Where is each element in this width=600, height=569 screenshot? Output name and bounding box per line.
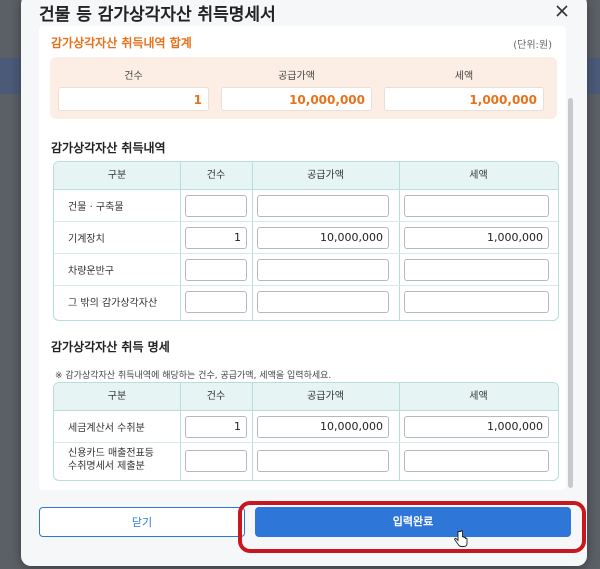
summary-tax-value: 1,000,000 <box>384 87 544 111</box>
col-category: 구분 <box>107 170 127 181</box>
detail-section-title: 감가상각자산 취득 명세 <box>51 340 170 354</box>
col-tax: 세액 <box>469 170 488 181</box>
dialog-title: 건물 등 감가상각자산 취득명세서 <box>39 5 276 25</box>
row-label-tax-invoice: 세금계산서 수취분 <box>68 423 145 434</box>
row-label-card-line1: 신용카드 매출전표등 <box>68 448 154 459</box>
card-supply-input[interactable] <box>257 450 389 472</box>
building-supply-input[interactable] <box>257 195 389 217</box>
invoice-tax-input[interactable]: 1,000,000 <box>404 416 549 438</box>
detail-table: 구분 건수 공급가액 세액 세금계산서 수취분 1 10,000,000 1,0… <box>53 382 559 481</box>
hand-cursor-icon <box>454 530 468 547</box>
summary-count-header: 건수 <box>124 71 143 82</box>
close-button[interactable]: 닫기 <box>39 507 245 537</box>
building-tax-input[interactable] <box>404 195 549 217</box>
other-supply-input[interactable] <box>257 291 389 313</box>
vehicle-tax-input[interactable] <box>404 259 549 281</box>
summary-box: 건수 공급가액 세액 1 10,000,000 1,000,000 <box>50 57 557 119</box>
card-count-input[interactable] <box>185 450 247 472</box>
scrollbar[interactable] <box>567 26 575 490</box>
detail-col-tax: 세액 <box>469 391 488 402</box>
close-icon[interactable] <box>553 2 571 20</box>
invoice-supply-input[interactable]: 10,000,000 <box>257 416 389 438</box>
row-label-card-line2: 수취명세서 제출분 <box>68 461 145 472</box>
vehicle-supply-input[interactable] <box>257 259 389 281</box>
summary-tax-header: 세액 <box>454 71 474 82</box>
acquisition-section-title: 감가상각자산 취득내역 <box>51 141 166 155</box>
detail-col-category: 구분 <box>107 391 127 402</box>
detail-col-count: 건수 <box>206 391 226 402</box>
col-supply: 공급가액 <box>307 170 344 181</box>
machinery-tax-input[interactable]: 1,000,000 <box>404 227 549 249</box>
building-count-input[interactable] <box>185 195 247 217</box>
summary-supply-header: 공급가액 <box>278 71 315 82</box>
other-count-input[interactable] <box>185 291 247 313</box>
card-tax-input[interactable] <box>404 450 549 472</box>
other-tax-input[interactable] <box>404 291 549 313</box>
detail-table-header: 구분 건수 공급가액 세액 <box>54 383 558 411</box>
summary-count-value: 1 <box>58 87 209 111</box>
invoice-count-input[interactable]: 1 <box>185 416 247 438</box>
dialog-body: 감가상각자산 취득내역 합계 (단위:원) 건수 공급가액 세액 1 10,00… <box>39 26 566 490</box>
summary-supply-value: 10,000,000 <box>221 87 372 111</box>
row-label-building: 건물 · 구축물 <box>68 202 124 213</box>
row-label-machinery: 기계장치 <box>68 234 105 245</box>
col-count: 건수 <box>206 170 226 181</box>
row-label-vehicle: 차량운반구 <box>68 266 114 277</box>
detail-note: ※ 감가상각자산 취득내역에 해당하는 건수, 공급가액, 세액을 입력하세요. <box>55 371 332 381</box>
acquisition-table-header: 구분 건수 공급가액 세액 <box>54 162 558 190</box>
summary-title: 감가상각자산 취득내역 합계 <box>51 36 192 50</box>
acquisition-table: 구분 건수 공급가액 세액 건물 · 구축물 기계장치 1 10,000,000… <box>53 161 559 321</box>
detail-col-supply: 공급가액 <box>307 391 344 402</box>
unit-label: (단위:원) <box>513 40 552 51</box>
machinery-count-input[interactable]: 1 <box>185 227 247 249</box>
machinery-supply-input[interactable]: 10,000,000 <box>257 227 389 249</box>
acquisition-dialog: 건물 등 감가상각자산 취득명세서 감가상각자산 취득내역 합계 (단위:원) … <box>21 0 587 566</box>
row-label-other: 그 밖의 감가상각자산 <box>68 298 158 309</box>
vehicle-count-input[interactable] <box>185 259 247 281</box>
highlight-frame <box>238 501 586 553</box>
scrollbar-thumb[interactable] <box>568 98 573 488</box>
